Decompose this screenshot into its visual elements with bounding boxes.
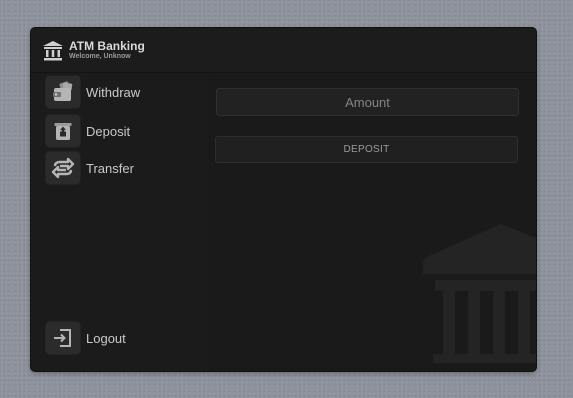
sidebar: Withdraw Deposit Transfer Logout bbox=[31, 73, 210, 371]
sidebar-item-label: Deposit bbox=[86, 124, 131, 139]
welcome-text: Welcome, Unknow bbox=[69, 53, 131, 60]
bank-icon bbox=[43, 41, 63, 61]
logout-label: Logout bbox=[86, 331, 126, 346]
deposit-icon-box bbox=[46, 115, 80, 147]
logout-icon-box bbox=[46, 322, 80, 354]
sidebar-item-deposit[interactable]: Deposit bbox=[46, 115, 196, 149]
deposit-button[interactable]: DEPOSIT bbox=[215, 136, 518, 163]
sidebar-item-label: Withdraw bbox=[86, 85, 141, 100]
safe-deposit-icon bbox=[54, 123, 72, 140]
sidebar-item-withdraw[interactable]: Withdraw bbox=[46, 76, 196, 110]
logout-icon bbox=[54, 329, 71, 347]
amount-input[interactable] bbox=[216, 88, 519, 116]
wallet-icon bbox=[53, 81, 73, 101]
logout-button[interactable]: Logout bbox=[46, 322, 196, 356]
sidebar-item-transfer[interactable]: Transfer bbox=[46, 152, 196, 186]
transfer-icon-box bbox=[46, 152, 80, 184]
bank-watermark-icon bbox=[423, 224, 536, 363]
atm-panel: ATM Banking Welcome, Unknow Withdraw Dep… bbox=[31, 28, 536, 371]
app-header: ATM Banking Welcome, Unknow bbox=[31, 28, 536, 73]
app-title: ATM Banking bbox=[69, 39, 145, 53]
withdraw-icon-box bbox=[46, 76, 80, 108]
sidebar-item-label: Transfer bbox=[86, 161, 134, 176]
transfer-arrows-icon bbox=[51, 157, 75, 179]
